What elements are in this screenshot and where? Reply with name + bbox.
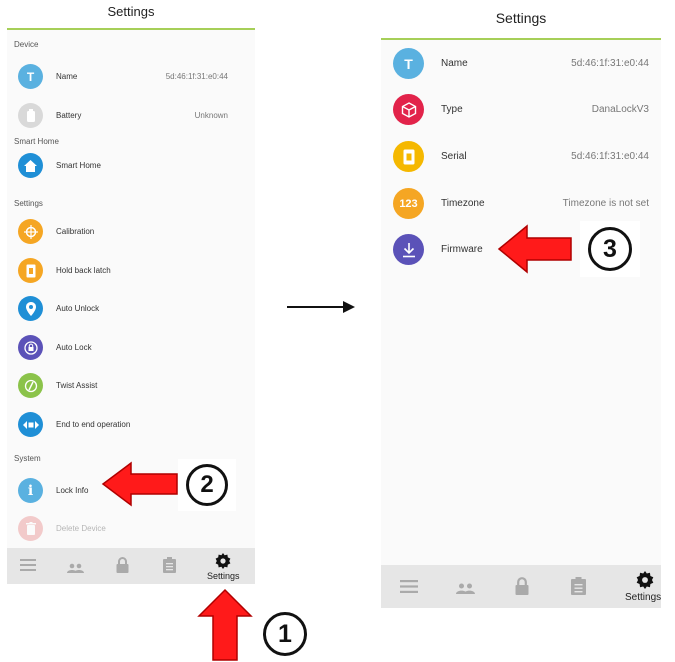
- users-icon[interactable]: [67, 560, 85, 578]
- row-name[interactable]: T Name 5d:46:1f:31:e0:44: [381, 48, 661, 80]
- info-icon: i: [18, 478, 43, 503]
- row-smart-home-label: Smart Home: [56, 161, 101, 170]
- annotation-arrow-3: [497, 224, 572, 274]
- row-twist-assist-label: Twist Assist: [56, 381, 98, 390]
- menu-icon[interactable]: [20, 558, 36, 577]
- right-settings-screen: Settings T Name 5d:46:1f:31:e0:44 Type D…: [381, 0, 661, 608]
- annotation-arrow-1: [197, 588, 253, 661]
- annotation-arrow-2: [101, 461, 178, 507]
- row-auto-unlock[interactable]: Auto Unlock: [7, 296, 255, 322]
- step-marker-2-number: 2: [186, 464, 228, 506]
- end-to-end-icon: [18, 412, 43, 437]
- row-name-value: 5d:46:1f:31:e0:44: [165, 72, 228, 81]
- step-marker-2: 2: [178, 459, 236, 511]
- row-battery[interactable]: Battery Unknown: [7, 103, 255, 129]
- twist-icon: [18, 373, 43, 398]
- row-name-label: Name: [441, 58, 468, 69]
- section-settings: Settings: [14, 199, 43, 208]
- row-battery-label: Battery: [56, 111, 82, 120]
- letter-t-icon: T: [393, 48, 424, 79]
- row-lock-info-label: Lock Info: [56, 486, 89, 495]
- row-serial-value: 5d:46:1f:31:e0:44: [571, 151, 649, 162]
- right-title: Settings: [381, 0, 661, 40]
- connector-arrow-head: [343, 301, 355, 313]
- row-battery-value: Unknown: [194, 111, 228, 120]
- clipboard-icon[interactable]: [571, 577, 586, 600]
- crosshair-icon: [18, 219, 43, 244]
- home-icon: [18, 153, 43, 178]
- row-firmware-label: Firmware: [441, 244, 483, 255]
- lock-icon[interactable]: [116, 557, 129, 578]
- row-auto-lock-label: Auto Lock: [56, 343, 92, 352]
- tab-settings-label[interactable]: Settings: [207, 571, 240, 581]
- row-hold-back-latch-label: Hold back latch: [56, 266, 111, 275]
- row-hold-back-latch[interactable]: Hold back latch: [7, 258, 255, 284]
- trash-icon: [18, 516, 43, 541]
- right-bottom-nav: Settings: [381, 565, 661, 608]
- row-name-value: 5d:46:1f:31:e0:44: [571, 58, 649, 69]
- serial-icon: [393, 141, 424, 172]
- row-end-to-end-operation-label: End to end operation: [56, 420, 131, 429]
- battery-icon: [18, 103, 43, 128]
- row-timezone-value: Timezone is not set: [562, 198, 649, 209]
- location-pin-icon: [18, 296, 43, 321]
- row-calibration-label: Calibration: [56, 227, 95, 236]
- clipboard-icon[interactable]: [163, 557, 176, 578]
- lock-icon[interactable]: [515, 577, 529, 600]
- row-name-label: Name: [56, 72, 78, 81]
- row-auto-lock[interactable]: Auto Lock: [7, 335, 255, 361]
- row-end-to-end-operation[interactable]: End to end operation: [7, 412, 255, 438]
- section-system: System: [14, 454, 41, 463]
- row-timezone[interactable]: 123 Timezone Timezone is not set: [381, 188, 661, 220]
- row-type-label: Type: [441, 104, 463, 115]
- row-calibration[interactable]: Calibration: [7, 219, 255, 245]
- letter-t-icon: T: [18, 64, 43, 89]
- auto-lock-icon: [18, 335, 43, 360]
- download-icon: [393, 234, 424, 265]
- row-timezone-label: Timezone: [441, 198, 485, 209]
- gear-icon[interactable]: [636, 571, 654, 594]
- row-smart-home[interactable]: Smart Home: [7, 153, 255, 179]
- step-marker-3: 3: [580, 221, 640, 277]
- step-marker-3-number: 3: [588, 227, 632, 271]
- users-icon[interactable]: [456, 581, 476, 599]
- latch-icon: [18, 258, 43, 283]
- numbers-icon: 123: [393, 188, 424, 219]
- tab-settings-label[interactable]: Settings: [625, 592, 661, 603]
- section-device: Device: [14, 40, 39, 49]
- row-type-value: DanaLockV3: [591, 104, 649, 115]
- row-serial-label: Serial: [441, 151, 467, 162]
- connector-arrow-line: [287, 306, 345, 308]
- row-serial[interactable]: Serial 5d:46:1f:31:e0:44: [381, 141, 661, 173]
- left-bottom-nav: Settings: [7, 548, 255, 584]
- row-delete-device[interactable]: Delete Device: [7, 516, 255, 542]
- row-auto-unlock-label: Auto Unlock: [56, 304, 100, 313]
- menu-icon[interactable]: [400, 579, 418, 599]
- cube-icon: [393, 94, 424, 125]
- row-type[interactable]: Type DanaLockV3: [381, 94, 661, 126]
- step-marker-1: 1: [258, 608, 312, 660]
- left-title: Settings: [7, 0, 255, 30]
- section-smart-home: Smart Home: [14, 137, 59, 146]
- row-name[interactable]: T Name 5d:46:1f:31:e0:44: [7, 64, 255, 90]
- row-twist-assist[interactable]: Twist Assist: [7, 373, 255, 399]
- step-marker-1-number: 1: [263, 612, 307, 656]
- row-delete-device-label: Delete Device: [56, 524, 106, 533]
